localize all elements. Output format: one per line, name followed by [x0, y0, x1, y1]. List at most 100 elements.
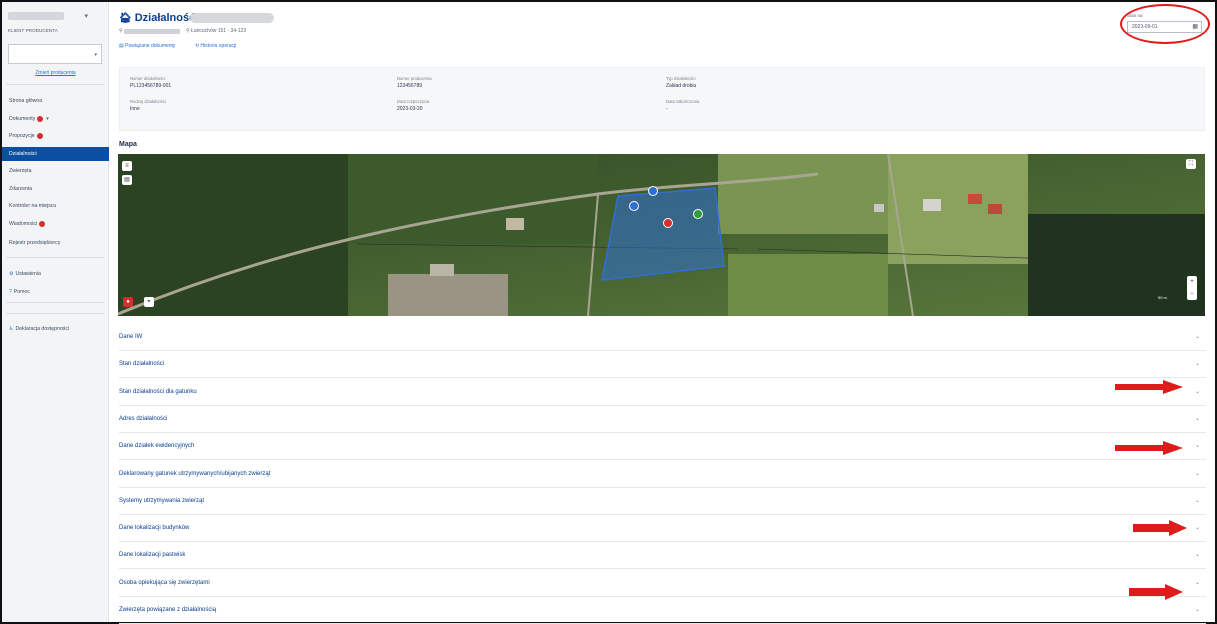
accordion-section-title: Deklarowany gatunek utrzymywanych/ubijan… [119, 471, 271, 477]
map-marker-building[interactable] [648, 186, 658, 196]
map-view[interactable]: ≡ ▤ ⛶ + − ● ⌖ 50 m [118, 154, 1205, 316]
accordion-section[interactable]: Adres działalności ⌄ [119, 406, 1206, 433]
sidebar-item-label: Deklaracja dostępności [15, 326, 70, 332]
sidebar-item-label: Ustawienia [15, 271, 41, 277]
sidebar-item-label: Działalności [9, 151, 37, 157]
chevron-down-icon[interactable]: ⌄ [1195, 360, 1200, 367]
sidebar-item-label: Zdarzenia [9, 186, 33, 192]
accordion-section[interactable]: Zwierzęta powiązane z działalnością ⌄ [119, 597, 1206, 624]
accordion-section[interactable]: Dane IW ⌄ [119, 324, 1206, 351]
org-label: KLIENT PRODUCENTA [8, 28, 58, 33]
accordion-section[interactable]: Systemy utrzymywania zwierząt ⌄ [119, 488, 1206, 515]
chevron-down-icon[interactable]: ⌄ [1195, 497, 1200, 504]
accordion-section-title: Stan działalności dla gatunku [119, 389, 197, 395]
notification-badge [37, 115, 44, 122]
map-pin-tool[interactable]: ● [123, 297, 133, 307]
sidebar-item[interactable]: ? Pomoc [2, 285, 109, 299]
accordion-section[interactable]: Stan działalności ⌄ [119, 351, 1206, 378]
owner-redacted [124, 29, 180, 34]
accordion-section[interactable]: Osoba opiekująca się zwierzętami ⌄ [119, 570, 1206, 597]
map-scale: 50 m [1158, 295, 1167, 300]
map-menu-button[interactable]: ▤ [122, 175, 132, 185]
sidebar-item[interactable]: ♿︎ Deklaracja dostępności [2, 322, 109, 336]
chevron-down-icon[interactable]: ⌄ [1195, 388, 1200, 395]
sidebar-item-label: Rejestr przedsiębiorcy [9, 240, 61, 246]
field-activity-number: Numer działalności PL123456789-001 [130, 76, 172, 89]
sidebar-item[interactable]: Zdarzenia [2, 182, 109, 196]
annotation-arrow [1115, 441, 1183, 455]
sidebar-divider [6, 313, 104, 314]
sidebar-item[interactable]: Rejestr przedsiębiorcy [2, 236, 109, 250]
map-tool-button[interactable]: ⌖ [144, 297, 154, 307]
sidebar-item-label: Zwierzęta [9, 168, 32, 174]
fullscreen-icon[interactable]: ⛶ [1186, 159, 1196, 169]
accordion-section-title: Zwierzęta powiązane z działalnością [119, 607, 217, 613]
chevron-down-icon[interactable]: ⌄ [1195, 524, 1200, 531]
annotation-circle [1120, 4, 1210, 44]
sidebar-item-label: Kontroler na miejscu [9, 203, 57, 209]
a11y-icon: ♿︎ [9, 326, 14, 332]
sidebar-item-label: Propozycje [9, 133, 35, 139]
chevron-down-icon: ▾ [94, 52, 97, 58]
map-marker-pasture[interactable] [693, 209, 703, 219]
accordion-section-title: Adres działalności [119, 416, 168, 422]
sidebar-item[interactable]: Wiadomości [2, 217, 109, 231]
sidebar-item-label: Wiadomości [9, 221, 38, 227]
accordion-section-title: Osoba opiekująca się zwierzętami [119, 580, 210, 586]
map-marker-building[interactable] [629, 201, 639, 211]
history-label: Historia operacji [200, 43, 237, 49]
chevron-down-icon[interactable]: ⌄ [1195, 415, 1200, 422]
field-start-date: Data rozpoczęcia 2023-03-20 [397, 99, 430, 112]
accordion-section-title: Dane działek ewidencyjnych [119, 443, 195, 449]
sidebar-item[interactable]: Propozycje [2, 129, 109, 143]
page-title: 🏠︎ Działalność [119, 12, 195, 24]
accordion-section[interactable]: Dane lokalizacji budynków ⌄ [119, 515, 1206, 542]
zoom-control[interactable]: + − [1187, 276, 1197, 300]
map-layers-button[interactable]: ≡ [122, 161, 132, 171]
accordion-section-title: Dane lokalizacji budynków [119, 525, 190, 531]
annotation-arrow [1115, 380, 1183, 394]
chevron-down-icon[interactable]: ⌄ [1195, 333, 1200, 340]
chevron-down-icon[interactable]: ⌄ [1195, 551, 1200, 558]
sidebar-item[interactable]: Działalności [2, 147, 109, 161]
producer-select[interactable]: ▾ [8, 44, 102, 64]
sidebar-item[interactable]: Zwierzęta [2, 164, 109, 178]
page-title-text: Działalność [134, 12, 196, 24]
accordion-section[interactable]: Stan działalności dla gatunku ⌄ [119, 379, 1206, 406]
chevron-down-icon[interactable]: ⌄ [1195, 579, 1200, 586]
sidebar-item[interactable]: Dokumenty ▾ [2, 112, 109, 126]
accordion-section-title: Systemy utrzymywania zwierząt [119, 498, 205, 504]
sidebar-item[interactable]: ⚙ Ustawienia [2, 267, 109, 281]
gear-icon: ⚙ [9, 271, 14, 277]
location-value: Łańcuchów 151 · 34-123 [191, 28, 247, 34]
field-end-date: Data zakończenia - [666, 99, 700, 112]
accordion-section[interactable]: Dane działek ewidencyjnych ⌄ [119, 433, 1206, 460]
sidebar-item-label: Dokumenty [9, 116, 36, 122]
sidebar-item-label: Strona główna [9, 98, 43, 104]
sidebar: ▾ KLIENT PRODUCENTA ▾ Zmień producenta S… [2, 2, 109, 622]
zoom-out-button[interactable]: − [1190, 291, 1194, 297]
user-menu-chevron-icon[interactable]: ▾ [84, 12, 88, 20]
history-link[interactable]: ⟲ Historia operacji [195, 43, 245, 49]
accordion-section[interactable]: Dane lokalizacji pastwisk ⌄ [119, 542, 1206, 569]
building-icon: 🏠︎ [119, 13, 132, 24]
chevron-down-icon[interactable]: ⌄ [1195, 606, 1200, 613]
sidebar-item[interactable]: Strona główna [2, 94, 109, 108]
related-docs-link[interactable]: ▤ Powiązane dokumenty [119, 43, 184, 49]
zoom-in-button[interactable]: + [1190, 279, 1194, 285]
sidebar-item-label: Pomoc [13, 289, 30, 295]
title-redacted [190, 13, 274, 23]
field-activity-type: Typ działalności Zakład drobiu [666, 76, 697, 89]
annotation-arrow [1133, 520, 1187, 536]
user-menu[interactable]: ▾ KLIENT PRODUCENTA [8, 12, 100, 38]
activity-details-card: Numer działalności PL123456789-001 Numer … [119, 67, 1205, 131]
map-marker-location[interactable] [663, 218, 673, 228]
sidebar-divider [6, 257, 104, 258]
sidebar-item[interactable]: Kontroler na miejscu [2, 199, 109, 213]
person-icon: ⚲ [119, 28, 123, 34]
field-producer-number: Numer producenta 123456789 [397, 76, 432, 89]
change-producer-link[interactable]: Zmień producenta [2, 70, 109, 76]
chevron-down-icon[interactable]: ⌄ [1195, 470, 1200, 477]
chevron-down-icon[interactable]: ⌄ [1195, 442, 1200, 449]
accordion-section[interactable]: Deklarowany gatunek utrzymywanych/ubijan… [119, 461, 1206, 488]
